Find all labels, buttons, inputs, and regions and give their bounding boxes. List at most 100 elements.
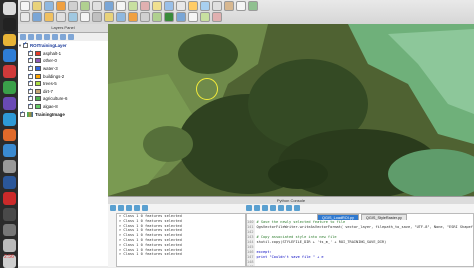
new-project-icon[interactable]	[20, 1, 30, 11]
python-icon[interactable]	[20, 12, 30, 22]
run-script-icon[interactable]	[262, 205, 268, 211]
deselect-icon[interactable]	[200, 1, 210, 11]
layer-checkbox[interactable]	[23, 43, 28, 48]
app-icon[interactable]	[3, 129, 16, 142]
delete-icon[interactable]	[152, 12, 162, 22]
add-postgis-icon[interactable]	[68, 12, 78, 22]
plugin-icon[interactable]	[248, 1, 258, 11]
terminal-icon[interactable]	[3, 18, 16, 31]
run-command-icon[interactable]	[118, 205, 124, 211]
zoom-selection-icon[interactable]	[128, 1, 138, 11]
processing-icon[interactable]	[164, 12, 174, 22]
layer-checkbox[interactable]	[28, 66, 33, 71]
layer-checkbox[interactable]	[28, 74, 33, 79]
open-project-icon[interactable]	[32, 1, 42, 11]
console-output[interactable]: > Class 1 0 features selected> Class 1 0…	[116, 213, 246, 267]
move-feature-icon[interactable]	[128, 12, 138, 22]
settings-icon[interactable]	[134, 205, 140, 211]
help-icon[interactable]	[142, 205, 148, 211]
label-icon[interactable]	[236, 1, 246, 11]
app-icon[interactable]	[3, 65, 16, 78]
line-number-gutter: 140141142143144145146147148149	[247, 220, 255, 267]
app-icon[interactable]	[3, 192, 16, 205]
save-edits-icon[interactable]	[104, 12, 114, 22]
zoom-next-icon[interactable]	[152, 1, 162, 11]
app-icon[interactable]	[3, 144, 16, 157]
collapse-all-icon[interactable]	[60, 34, 66, 40]
raster-layer-icon	[27, 112, 33, 117]
layer-class-label: water-3	[43, 66, 58, 71]
finder-icon[interactable]	[3, 2, 16, 15]
layer-checkbox[interactable]	[28, 96, 33, 101]
select-icon[interactable]	[188, 1, 198, 11]
expand-all-icon[interactable]	[52, 34, 58, 40]
add-wms-icon[interactable]	[80, 12, 90, 22]
edit-icon[interactable]	[92, 12, 102, 22]
console-toolbar	[110, 205, 148, 211]
cut-icon[interactable]	[270, 205, 276, 211]
zoom-layer-icon[interactable]	[116, 1, 126, 11]
add-delimited-icon[interactable]	[56, 12, 66, 22]
zoom-last-icon[interactable]	[140, 1, 150, 11]
stats-icon[interactable]	[200, 12, 210, 22]
code-line	[257, 265, 474, 267]
open-layer-styling-icon[interactable]	[20, 34, 26, 40]
word-icon[interactable]	[3, 176, 16, 189]
app-icon[interactable]	[3, 160, 16, 173]
pan-icon[interactable]	[68, 1, 78, 11]
print-layout-icon[interactable]	[56, 1, 66, 11]
layer-checkbox[interactable]	[28, 81, 33, 86]
app-icon[interactable]	[3, 208, 16, 221]
paste-icon[interactable]	[286, 205, 292, 211]
layers-toolbar	[18, 33, 108, 41]
filter-legend-icon[interactable]	[44, 34, 50, 40]
add-raster-icon[interactable]	[32, 12, 42, 22]
layer-group-label: ROITrainingLayer	[30, 43, 67, 48]
find-icon[interactable]	[294, 205, 300, 211]
map-canvas[interactable]	[108, 24, 474, 196]
script-editor[interactable]: QGIS_LoadROI.pyQGIS_StyleRaster.py 14014…	[246, 213, 474, 267]
show-editor-icon[interactable]	[126, 205, 132, 211]
raster-layer-row[interactable]: TrainingImage	[18, 110, 108, 118]
manage-themes-icon[interactable]	[36, 34, 42, 40]
chrome-icon[interactable]	[3, 34, 16, 47]
layer-checkbox[interactable]	[28, 104, 33, 109]
layer-class-row[interactable]: algae-8	[18, 103, 108, 111]
app-icon[interactable]	[3, 113, 16, 126]
cursor-highlight	[196, 78, 218, 100]
line-number: 149	[247, 265, 254, 267]
help-icon[interactable]	[212, 12, 222, 22]
app-icon[interactable]	[3, 97, 16, 110]
app-icon[interactable]	[3, 49, 16, 62]
layer-tree: ▼ ROITrainingLayer asphalt-1other-0water…	[18, 41, 108, 118]
identify-icon[interactable]	[176, 1, 186, 11]
trash-icon[interactable]	[3, 239, 16, 252]
annotation-icon[interactable]	[224, 1, 234, 11]
refresh-icon[interactable]	[164, 1, 174, 11]
attribute-table-icon[interactable]	[176, 12, 186, 22]
node-tool-icon[interactable]	[140, 12, 150, 22]
clear-console-icon[interactable]	[110, 205, 116, 211]
app-icon[interactable]	[3, 224, 16, 237]
measure-icon[interactable]	[212, 1, 222, 11]
digitize-icon[interactable]	[116, 12, 126, 22]
app-icon[interactable]	[3, 81, 16, 94]
layer-checkbox[interactable]	[20, 112, 25, 117]
add-group-icon[interactable]	[28, 34, 34, 40]
zoom-out-icon[interactable]	[92, 1, 102, 11]
save-project-icon[interactable]	[44, 1, 54, 11]
layer-class-label: dirt-7	[43, 89, 53, 94]
zoom-in-icon[interactable]	[80, 1, 90, 11]
open-script-icon[interactable]	[246, 205, 252, 211]
zoom-full-icon[interactable]	[104, 1, 114, 11]
code-area[interactable]: # Save the newly selected feature to fil…	[255, 220, 474, 267]
field-calc-icon[interactable]	[188, 12, 198, 22]
add-vector-icon[interactable]	[44, 12, 54, 22]
remove-layer-icon[interactable]	[68, 34, 74, 40]
layer-checkbox[interactable]	[28, 89, 33, 94]
layer-checkbox[interactable]	[28, 58, 33, 63]
layer-checkbox[interactable]	[28, 51, 33, 56]
save-script-icon[interactable]	[254, 205, 260, 211]
copy-icon[interactable]	[278, 205, 284, 211]
clock-label: 2:56	[1, 254, 17, 260]
